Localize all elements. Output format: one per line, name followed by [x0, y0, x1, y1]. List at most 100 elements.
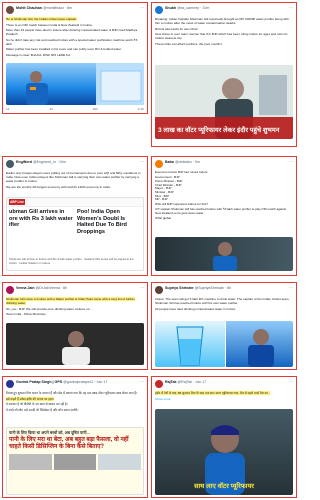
tweet-line: Who will BJP supporters blame for this? — [155, 202, 208, 207]
more-options-icon[interactable]: ··· — [140, 380, 144, 384]
tweet-header: Shubh @ss_sameep · 10m ··· — [152, 3, 296, 17]
avatar[interactable] — [6, 6, 14, 14]
user-handle[interactable]: @SupriyaShrinate · 8h — [195, 286, 231, 290]
clipping-photo — [9, 454, 52, 471]
tweet-card-7[interactable]: Govind Pratap Singh | GPS @govindprataps… — [2, 376, 148, 498]
tweet-collage: Mohit Chauhan @mohitlhaoz · 8m ··· He is… — [2, 2, 297, 498]
tweet-line: इंदौर में नेत्रों के बाद अब शुभमन गिल के… — [155, 391, 271, 395]
tweet-line: ये बच्चे जो लोग मारे उनकी भी जिम्मेदार ह… — [6, 407, 79, 412]
avatar[interactable] — [6, 160, 14, 168]
tweet-card-2[interactable]: Shubh @ss_sameep · 10m ··· Breaking: Ind… — [151, 2, 297, 147]
tweet-card-8[interactable]: RajTak @RajTak · Jan 17 ··· इंदौर में ने… — [151, 376, 297, 498]
avatar[interactable] — [155, 286, 163, 294]
user-handle[interactable]: @DrJainVeena · 8h — [36, 286, 67, 290]
more-options-icon[interactable]: ··· — [289, 286, 293, 290]
tweet-text: Earlier only foreign players were pullin… — [3, 171, 147, 195]
tweet-line: Water purifier has been installed in his… — [6, 47, 122, 51]
tweet-image[interactable]: 3 लाख का वॉटर प्यूरिफायर लेकर इंदौर पहुं… — [155, 65, 293, 139]
user-handle[interactable]: @dotbabu · 9m — [175, 160, 200, 164]
user-name[interactable]: Govind Pratap Singh | GPS — [16, 380, 62, 384]
avatar[interactable] — [6, 286, 14, 294]
more-options-icon[interactable]: ··· — [289, 160, 293, 164]
player-photo-icon — [213, 242, 237, 271]
tweet-line: Indore: The team will get 3 lakh RO mach… — [155, 297, 290, 305]
tweet-header: Mohit Chauhan @mohitlhaoz · 8m ··· — [3, 3, 147, 17]
tweet-line: We are the world's 4th largest economy w… — [6, 184, 111, 189]
tweet-header: RajTak @RajTak · Jan 17 ··· — [152, 377, 296, 391]
avatar[interactable] — [155, 380, 163, 388]
news-source-tag: ABP Live — [9, 199, 25, 205]
tweet-card-5[interactable]: Veena Jain @DrJainVeena · 8h ··· Shubman… — [2, 282, 148, 370]
user-handle[interactable]: @ss_sameep · 10m — [177, 6, 209, 10]
user-name[interactable]: Shubh — [165, 6, 176, 10]
image-overlay-text: 3 लाख का वॉटर प्यूरिफायर लेकर इंदौर पहुं… — [155, 117, 293, 139]
reply-count[interactable]: 12 — [6, 107, 9, 111]
tweet-image[interactable] — [155, 237, 293, 271]
tweet-header: Veena Jain @DrJainVeena · 8h ··· — [3, 283, 147, 297]
tweet-text: Breaking: Indian Captain Shubman Gill re… — [152, 17, 296, 63]
tweet-text: Everyone knows BJP has ruined Indore Gov… — [152, 171, 296, 237]
tweet-text: इंदौर में नेत्रों के बाद अब शुभमन गिल के… — [152, 391, 296, 407]
tweet-card-3[interactable]: EngiNerd @Enginerd_in · 10m ··· Earlier … — [2, 156, 148, 276]
tweet-card-4[interactable]: Babu @dotbabu · 9m ··· Everyone knows BJ… — [151, 156, 297, 276]
tweet-line: इसे कहते हैं सफेद इंदौर की जनता का हाल। — [6, 396, 54, 401]
tweet-image[interactable]: साथ लाए वॉटर प्यूरिफायर — [155, 409, 293, 495]
avatar[interactable] — [155, 6, 163, 14]
avatar[interactable] — [6, 380, 14, 388]
avatar[interactable] — [155, 160, 163, 168]
tweet-actions: 12 44 162 3.4K — [6, 107, 144, 111]
user-name[interactable]: Babu — [165, 160, 174, 164]
more-options-icon[interactable]: ··· — [140, 160, 144, 164]
user-name[interactable]: Mohit Chauhan — [16, 6, 42, 10]
clipping-big-headline: पानी के लिए मरा था बेटा, अब बहुत बड़ा फै… — [9, 437, 129, 451]
more-options-icon[interactable]: ··· — [140, 286, 144, 290]
tweet-line: Earlier only foreign players were pullin… — [6, 171, 141, 183]
overlay-headline: साथ लाए वॉटर प्यूरिफायर — [194, 483, 254, 490]
tweet-header: Supriya Shrinate @SupriyaShrinate · 8h ·… — [152, 283, 296, 297]
tweet-line: ये सरकार है जो बीजेपी के 15 साल से शासन … — [6, 402, 68, 406]
tweet-line: Breaking: Indian Captain Shubman Gill re… — [155, 17, 289, 25]
tweet-header: Govind Pratap Singh | GPS @govindprataps… — [3, 377, 147, 391]
user-handle[interactable]: @RajTak · Jan 17 — [178, 380, 207, 384]
more-options-icon[interactable]: ··· — [289, 380, 293, 384]
tweet-line: Sir, you - BJP. We will provide pure dri… — [6, 306, 93, 311]
user-name[interactable]: Veena Jain — [16, 286, 35, 290]
show-more-link[interactable]: Show more — [155, 397, 293, 401]
more-options-icon[interactable]: ··· — [140, 6, 144, 10]
tweet-line: 20 people have died drinking contaminate… — [155, 306, 236, 311]
tweet-image[interactable] — [6, 63, 144, 105]
user-handle[interactable]: @Enginerd_in · 10m — [33, 160, 66, 164]
tweet-line: ICT captain Shubman Gill has reached Ind… — [155, 207, 287, 216]
water-glass-icon — [176, 326, 204, 366]
player-photo-icon — [6, 323, 144, 365]
tweet-header: Babu @dotbabu · 9m ··· — [152, 157, 296, 171]
user-handle[interactable]: @mohitlhaoz · 8m — [43, 6, 72, 10]
tweet-line: Shubman Gill came to Indore with a Water… — [6, 297, 135, 305]
user-name[interactable]: EngiNerd — [16, 160, 32, 164]
more-options-icon[interactable]: ··· — [289, 6, 293, 10]
tweet-card-1[interactable]: Mohit Chauhan @mohitlhaoz · 8m ··· He is… — [2, 2, 148, 114]
tweet-header: EngiNerd @Enginerd_in · 10m ··· — [3, 157, 147, 171]
image-overlay-text: साथ लाए वॉटर प्यूरिफायर — [155, 475, 293, 493]
news-headline-2: Poo! India Open Women's Doubl Is Halted … — [77, 209, 127, 235]
news-headline: ubman Gill arrives in ore with Rs 3 lakh… — [9, 209, 73, 228]
newspaper-clipping[interactable]: पानी के लिए किया था अपने बच्चों को, अब द… — [6, 427, 144, 495]
retweet-count[interactable]: 44 — [49, 107, 52, 111]
like-count[interactable]: 162 — [93, 107, 98, 111]
tweet-image[interactable] — [6, 323, 144, 365]
tweet-line: RCCG also lands its own Chief. — [155, 26, 199, 31]
news-embed[interactable]: ABP Live ubman Gill arrives in ore with … — [6, 197, 144, 271]
cricketer-photo-icon — [26, 63, 144, 105]
tweet-text: Shubman Gill came to Indore with a Water… — [3, 297, 147, 319]
tweet-card-6[interactable]: Supriya Shrinate @SupriyaShrinate · 8h ·… — [151, 282, 297, 370]
user-name[interactable]: Supriya Shrinate — [165, 286, 194, 290]
clipping-photo — [53, 454, 97, 471]
tweet-line: He is Shubman Gill, the Indian cricket t… — [6, 17, 78, 21]
water-glass-photo — [155, 321, 225, 367]
user-handle[interactable]: @govindprataps12 · Jan 17 — [63, 380, 107, 384]
tweet-image[interactable] — [155, 321, 293, 367]
clipping-headline: पानी के लिए किया था अपने बच्चों को, अब द… — [9, 430, 90, 435]
user-name[interactable]: RajTak — [165, 380, 177, 384]
tweet-text: निराश हुए शुभमन गिल भारत के कप्तान हैं औ… — [3, 391, 147, 425]
view-count[interactable]: 3.4K — [138, 107, 144, 111]
